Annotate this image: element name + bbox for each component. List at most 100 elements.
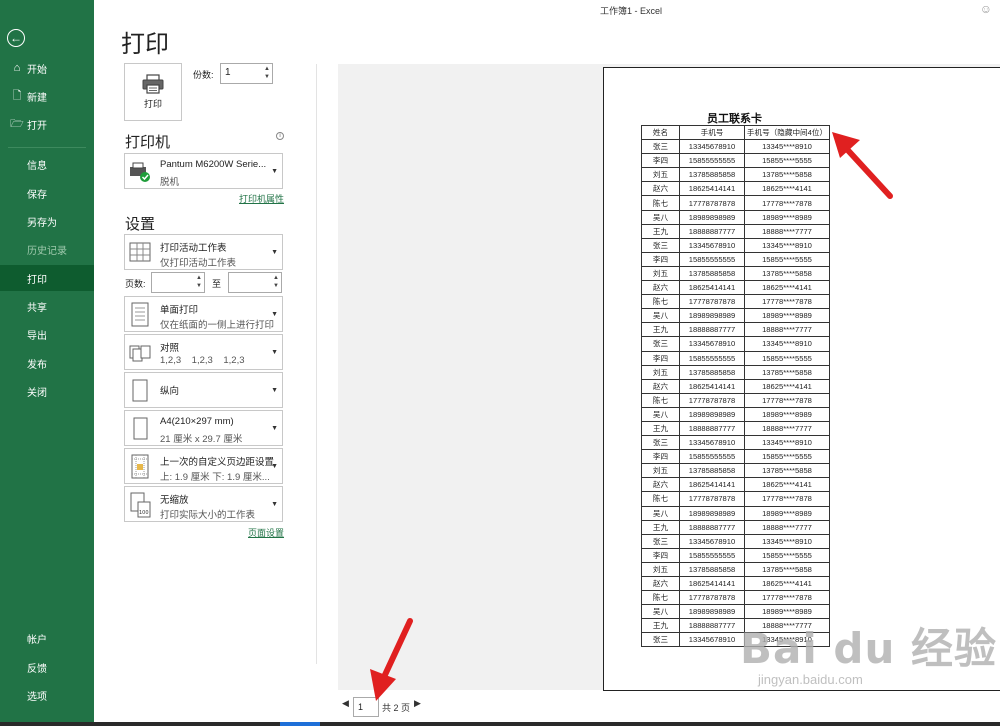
table-cell: 18888****7777 <box>744 322 830 338</box>
sidebar-item-info[interactable]: 信息 <box>0 151 94 177</box>
sidebar-item-share[interactable]: 共享 <box>0 293 94 319</box>
table-cell: 17778****7878 <box>744 590 830 606</box>
table-cell: 13785****5858 <box>744 167 830 183</box>
table-row: 刘五 13785885858 13785****5858 <box>641 167 830 183</box>
table-cell: 18625****4141 <box>744 378 830 394</box>
sidebar-item-save-as[interactable]: 另存为 <box>0 208 94 234</box>
preview-table: 姓名 手机号 手机号（隐藏中间4位） 张三 13345678910 13345***… <box>641 124 830 648</box>
printer-status-icon <box>130 162 150 182</box>
feedback-smiley-icon[interactable]: ☺ <box>980 2 992 16</box>
table-row: 陈七 17778787878 17778****7878 <box>641 491 830 507</box>
table-row: 刘五 13785885858 13785****5858 <box>641 561 830 578</box>
orientation-dropdown[interactable]: 纵向 ▼ <box>124 372 283 408</box>
table-cell: 17778787878 <box>679 392 745 408</box>
copies-spinner[interactable]: ▲ ▼ <box>264 65 270 81</box>
print-what-dropdown[interactable]: 打印活动工作表 仅打印活动工作表 ▼ <box>124 234 283 270</box>
column-header: 手机号 <box>679 124 745 141</box>
table-row: 张三 13345678910 13345****8910 <box>641 336 830 352</box>
sidebar-item-label: 新建 <box>27 92 47 104</box>
orientation-title: 纵向 <box>160 386 180 397</box>
sidebar-item-open[interactable]: 🗁 打开 <box>0 111 94 137</box>
table-cell: 13345678910 <box>679 632 745 648</box>
sidebar-item-publish[interactable]: 发布 <box>0 350 94 376</box>
page-setup-link[interactable]: 页面设置 <box>248 526 284 539</box>
table-row: 陈七 17778787878 17778****7878 <box>641 590 830 606</box>
paper-size-sub: 21 厘米 x 29.7 厘米 <box>160 434 243 445</box>
table-cell: 赵六 <box>641 378 680 394</box>
paper-size-dropdown[interactable]: A4(210×297 mm) 21 厘米 x 29.7 厘米 ▼ <box>124 410 283 446</box>
table-cell: 18989****8989 <box>744 406 830 422</box>
margins-dropdown[interactable]: 上一次的自定义页边距设置 上: 1.9 厘米 下: 1.9 厘米... ▼ <box>124 448 283 484</box>
prev-page-icon[interactable]: ◀ <box>342 698 349 709</box>
table-cell: 15855555555 <box>679 153 745 169</box>
chevron-down-icon: ▼ <box>271 501 278 508</box>
svg-text:100: 100 <box>139 510 149 516</box>
table-cell: 18888887777 <box>679 420 745 437</box>
table-cell: 15855****5555 <box>744 153 830 169</box>
table-cell: 13785885858 <box>679 265 745 282</box>
table-cell: 13785885858 <box>679 167 745 183</box>
table-cell: 17778****7878 <box>744 195 830 211</box>
table-cell: 13785885858 <box>679 364 745 380</box>
table-row: 刘五 13785885858 13785****5858 <box>641 265 830 282</box>
sidebar-item-new[interactable]: 🗋 新建 <box>0 83 94 109</box>
table-cell: 刘五 <box>641 265 680 282</box>
sides-dropdown[interactable]: 单面打印 仅在纸面的一侧上进行打印 ▼ <box>124 296 283 332</box>
table-cell: 张三 <box>641 533 680 549</box>
table-cell: 18888****7777 <box>744 519 830 535</box>
table-row: 赵六 18625414141 18625****4141 <box>641 378 830 394</box>
table-cell: 陈七 <box>641 294 680 310</box>
table-cell: 17778787878 <box>679 294 745 310</box>
table-cell: 王九 <box>641 519 680 535</box>
sidebar-item-close[interactable]: 关闭 <box>0 378 94 404</box>
table-cell: 陈七 <box>641 392 680 408</box>
table-cell: 18625414141 <box>679 477 745 493</box>
table-header-row: 姓名 手机号 手机号（隐藏中间4位） <box>641 124 830 141</box>
table-cell: 15855****5555 <box>744 251 830 267</box>
pages-to-spinner[interactable]: ▲ ▼ <box>273 274 279 290</box>
table-row: 吴八 18989898989 18989****8989 <box>641 406 830 422</box>
info-icon[interactable]: i <box>276 132 284 140</box>
copies-input[interactable]: 1 ▲ ▼ <box>220 63 273 84</box>
sidebar-item-account[interactable]: 帐户 <box>0 625 94 651</box>
collate-dropdown[interactable]: 对照 1,2,3 1,2,3 1,2,3 ▼ <box>124 334 283 370</box>
table-row: 李四 15855555555 15855****5555 <box>641 547 830 563</box>
table-row: 刘五 13785885858 13785****5858 <box>641 364 830 380</box>
pages-from-spinner[interactable]: ▲ ▼ <box>196 274 202 290</box>
sidebar-item-home[interactable]: ⌂ 开始 <box>0 55 94 81</box>
table-cell: 赵六 <box>641 575 680 592</box>
table-cell: 李四 <box>641 251 680 267</box>
printer-properties-link[interactable]: 打印机属性 <box>239 192 284 205</box>
sidebar-item-options[interactable]: 选项 <box>0 682 94 708</box>
table-cell: 13785885858 <box>679 463 745 479</box>
chevron-down-icon: ▼ <box>271 425 278 432</box>
table-cell: 18625414141 <box>679 181 745 197</box>
table-cell: 王九 <box>641 223 680 239</box>
table-row: 赵六 18625414141 18625****4141 <box>641 477 830 493</box>
table-cell: 18625414141 <box>679 280 745 296</box>
printer-dropdown[interactable]: Pantum M6200W Serie... 脱机 ▼ <box>124 153 283 189</box>
table-cell: 张三 <box>641 336 680 352</box>
sidebar-item-export[interactable]: 导出 <box>0 321 94 347</box>
page-title: 打印 <box>121 31 169 58</box>
back-arrow-icon[interactable]: ← <box>7 29 25 47</box>
table-cell: 赵六 <box>641 477 680 493</box>
table-cell: 13785885858 <box>679 561 745 578</box>
print-button[interactable]: 打印 <box>124 63 182 121</box>
sidebar-item-save[interactable]: 保存 <box>0 180 94 206</box>
table-cell: 18989898989 <box>679 308 745 324</box>
pages-from-input[interactable]: ▲ ▼ <box>151 272 205 293</box>
sidebar-item-print[interactable]: 打印 <box>0 265 94 291</box>
pages-to-input[interactable]: ▲ ▼ <box>228 272 282 293</box>
table-cell: 15855555555 <box>679 449 745 465</box>
settings-section-title: 设置 <box>125 216 156 233</box>
sidebar-item-feedback[interactable]: 反馈 <box>0 654 94 680</box>
table-cell: 陈七 <box>641 590 680 606</box>
sides-title: 单面打印 <box>160 305 199 316</box>
table-cell: 刘五 <box>641 364 680 380</box>
margins-icon <box>131 454 149 479</box>
table-cell: 李四 <box>641 153 680 169</box>
table-cell: 15855****5555 <box>744 449 830 465</box>
table-cell: 18989****8989 <box>744 308 830 324</box>
scaling-dropdown[interactable]: 100 无缩放 打印实际大小的工作表 ▼ <box>124 486 283 522</box>
